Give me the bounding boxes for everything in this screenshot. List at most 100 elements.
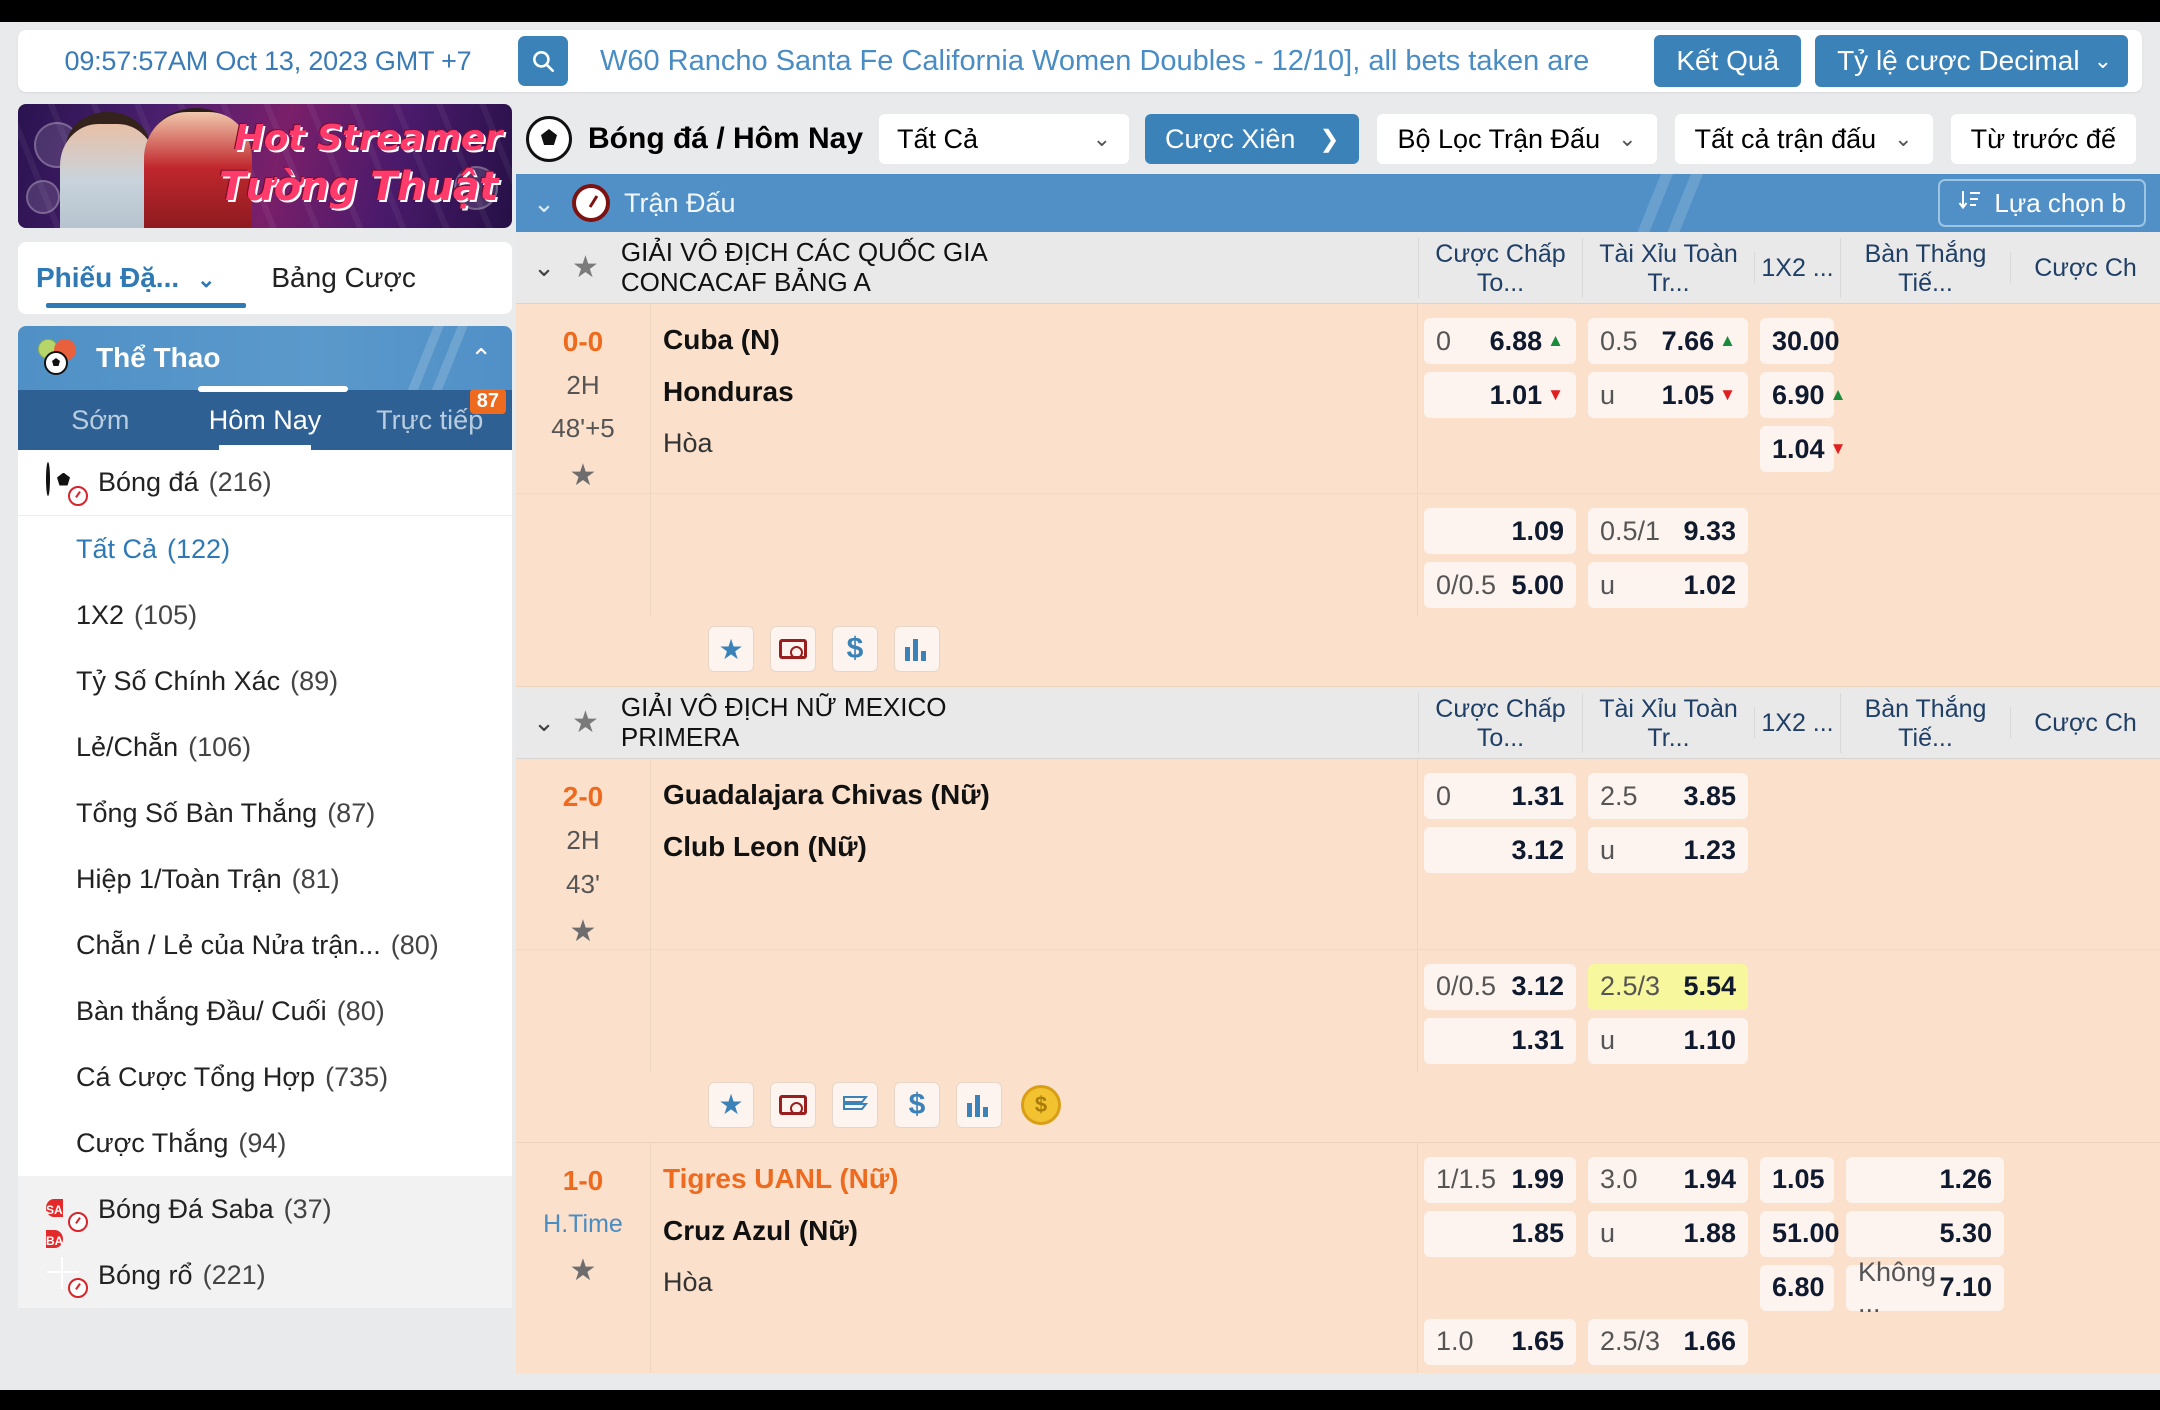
league-header[interactable]: ⌄ ★ GIẢI VÔ ĐỊCH NỮ MEXICO PRIMERA Cược …: [516, 687, 2160, 760]
subtab-today[interactable]: Hôm Nay: [183, 405, 348, 450]
league-header[interactable]: ⌄ ★ GIẢI VÔ ĐỊCH CÁC QUỐC GIA CONCACAF B…: [516, 232, 2160, 304]
odd-cell[interactable]: u 1.05 ▼: [1588, 372, 1748, 418]
match-actions-row: ★ $: [516, 616, 2160, 688]
sidebar-item-correct-score[interactable]: Tỷ Số Chính Xác (89): [18, 648, 512, 714]
scroll-indicator[interactable]: [198, 386, 348, 392]
odd-cell[interactable]: 6.80: [1760, 1264, 1834, 1311]
favorite-star-icon[interactable]: ★: [516, 458, 650, 493]
sidebar-item-1x2[interactable]: 1X2 (105): [18, 582, 512, 648]
odd-cell[interactable]: 5.30: [1846, 1210, 2004, 1257]
odd-handicap: 0: [1436, 325, 1452, 356]
odds-group-handicap-2: 0/0.5 3.12 1.31: [1418, 963, 1582, 1072]
odd-cell[interactable]: 1.09: [1424, 508, 1576, 555]
coin-icon[interactable]: $: [1018, 1082, 1064, 1128]
subtab-live[interactable]: Trực tiếp 87: [347, 388, 512, 436]
odd-cell[interactable]: 3.12: [1424, 827, 1576, 874]
league-filter-select[interactable]: Tất Cả ⌄: [879, 114, 1130, 164]
odd-cell[interactable]: 30.00: [1760, 318, 1840, 364]
star-icon[interactable]: ★: [572, 705, 599, 740]
odd-cell-highlighted[interactable]: 2.5/3 5.54: [1588, 963, 1748, 1010]
star-icon[interactable]: ★: [572, 250, 599, 285]
sidebar-item-outright[interactable]: Cược Thắng (94): [18, 1110, 512, 1176]
odd-value: 6.90: [1772, 379, 1825, 410]
favorite-star-icon[interactable]: ★: [516, 1253, 650, 1288]
multi-ball-icon: [38, 339, 80, 377]
odd-cell[interactable]: Không ... 7.10: [1846, 1257, 2004, 1318]
results-button[interactable]: Kết Quả: [1654, 35, 1802, 87]
app-root: 09:57:57AM Oct 13, 2023 GMT +7 W60 Ranch…: [0, 0, 2160, 1410]
odd-cell[interactable]: 1.26: [1846, 1156, 2004, 1203]
odd-value: 3.12: [1511, 971, 1564, 1002]
sidebar-item-basketball[interactable]: Bóng rổ (221): [18, 1242, 512, 1308]
pitch-icon[interactable]: [770, 626, 816, 673]
promo-banner[interactable]: Hot Streamer Tường Thuật: [18, 104, 512, 228]
select-bets-button[interactable]: Lựa chọn b: [1938, 179, 2146, 227]
sidebar-item-half-full[interactable]: Hiệp 1/Toàn Trận (81): [18, 846, 512, 912]
odds-format-select[interactable]: Tỷ lệ cược Decimal ⌄: [1815, 35, 2128, 87]
odd-cell[interactable]: 0 1.31: [1424, 773, 1576, 820]
odd-cell[interactable]: 51.00: [1760, 1210, 1840, 1257]
stats-icon[interactable]: [956, 1081, 1002, 1128]
match-filter-button[interactable]: Bộ Lọc Trận Đấu ⌄: [1377, 114, 1657, 164]
column-headers: Cược Chấp To... Tài Xỉu Toàn Tr... 1X2 .…: [1418, 692, 2160, 753]
sidebar-item-total-goals[interactable]: Tổng Số Bàn Thắng (87): [18, 780, 512, 846]
sports-header[interactable]: Thể Thao ⌃: [18, 326, 512, 390]
odd-cell[interactable]: 1.01 ▼: [1424, 372, 1576, 418]
sidebar-item-soccer[interactable]: Bóng đá (216): [18, 450, 512, 516]
parlay-button[interactable]: Cược Xiên ❯: [1145, 114, 1360, 164]
all-matches-button[interactable]: Tất cả trận đấu ⌄: [1674, 114, 1933, 164]
odd-value: 9.33: [1683, 515, 1736, 546]
dollar-icon[interactable]: $: [894, 1081, 940, 1128]
odd-cell[interactable]: 2.5/3 1.66: [1588, 1318, 1748, 1365]
odd-cell[interactable]: 1.85: [1424, 1210, 1576, 1257]
sidebar-item-all[interactable]: Tất Cả (122): [18, 516, 512, 582]
odd-cell[interactable]: 0/0.5 3.12: [1424, 963, 1576, 1010]
odd-cell[interactable]: 1.05: [1760, 1156, 1834, 1203]
tab-betslip[interactable]: Phiếu Đặ... ⌄: [18, 262, 233, 294]
odd-cell[interactable]: 6.90 ▲: [1760, 372, 1846, 418]
sidebar-item-saba-soccer[interactable]: SA BA Bóng Đá Saba (37): [18, 1176, 512, 1248]
away-team: Honduras: [663, 376, 794, 407]
sidebar-item-mix-parlay[interactable]: Cá Cược Tổng Hợp (735): [18, 1044, 512, 1110]
odd-cell[interactable]: 0.5 7.66 ▲: [1588, 318, 1748, 364]
stats-icon[interactable]: [894, 626, 940, 673]
odd-value: 1.31: [1511, 780, 1564, 811]
time-range-button[interactable]: Từ trước đế: [1950, 114, 2136, 164]
match-teams-col: Guadalajara Chivas (Nữ) Club Leon (Nữ): [650, 759, 1417, 949]
subtab-early[interactable]: Sớm: [18, 405, 183, 436]
matches-header-bar: ⌄ Trận Đấu Lựa chọn b: [516, 174, 2160, 232]
stack-icon[interactable]: [832, 1081, 878, 1128]
odd-handicap: u: [1600, 569, 1616, 600]
odd-cell[interactable]: 2.5 3.85: [1588, 773, 1748, 820]
odd-cell[interactable]: u 1.88: [1588, 1210, 1748, 1257]
star-icon[interactable]: ★: [708, 1081, 754, 1128]
chevron-down-icon[interactable]: ⌄: [516, 252, 572, 283]
pitch-icon[interactable]: [770, 1081, 816, 1128]
odd-cell[interactable]: 0.5/1 9.33: [1588, 508, 1748, 555]
odd-cell[interactable]: 0 6.88 ▲: [1424, 318, 1576, 364]
sidebar-item-first-last-goal[interactable]: Bàn thắng Đầu/ Cuối (80): [18, 978, 512, 1044]
odd-cell[interactable]: u 1.02: [1588, 562, 1748, 609]
sidebar-item-odd-even[interactable]: Lẻ/Chẵn (106): [18, 714, 512, 780]
odds-group-overunder: 3.0 1.94 u 1.88 2.5/3 1.66: [1582, 1156, 1754, 1373]
odd-cell[interactable]: 1/1.5 1.99: [1424, 1156, 1576, 1203]
odd-cell[interactable]: 0/0.5 5.00: [1424, 562, 1576, 609]
odd-value: 1.65: [1511, 1326, 1564, 1357]
search-icon[interactable]: [518, 36, 568, 86]
odd-value: 6.80: [1772, 1272, 1825, 1303]
odd-cell[interactable]: 1.0 1.65: [1424, 1318, 1576, 1365]
star-icon[interactable]: ★: [708, 626, 754, 673]
odd-cell[interactable]: u 1.23: [1588, 827, 1748, 874]
odd-cell[interactable]: u 1.10: [1588, 1017, 1748, 1064]
chevron-down-icon[interactable]: ⌄: [516, 707, 572, 738]
odd-cell[interactable]: 3.0 1.94: [1588, 1156, 1748, 1203]
favorite-star-icon[interactable]: ★: [516, 914, 650, 949]
dollar-icon[interactable]: $: [832, 626, 878, 673]
chevron-up-icon[interactable]: ⌃: [470, 343, 492, 374]
odd-cell[interactable]: 1.04 ▼: [1760, 426, 1846, 472]
tab-bet-list[interactable]: Bảng Cược: [271, 262, 416, 294]
sidebar-item-half-odd-even[interactable]: Chẵn / Lẻ của Nửa trận... (80): [18, 912, 512, 978]
collapse-all-chevron-icon[interactable]: ⌄: [516, 188, 572, 219]
odd-cell[interactable]: 1.31: [1424, 1017, 1576, 1064]
odd-handicap: 0: [1436, 780, 1452, 811]
